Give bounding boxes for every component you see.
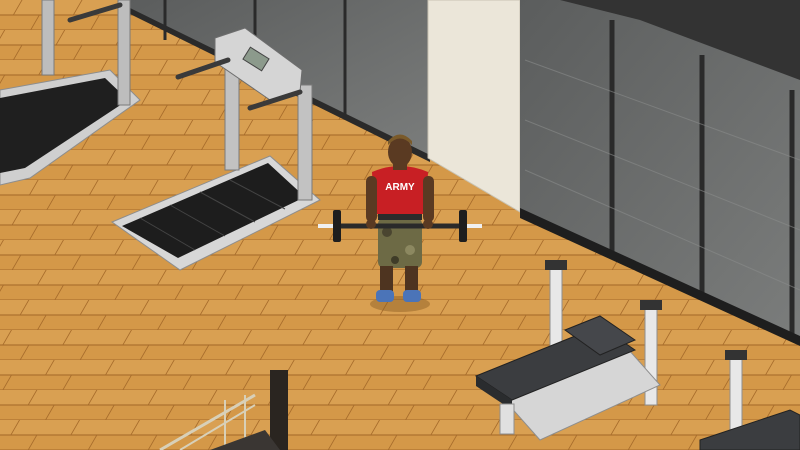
shoe-right bbox=[403, 290, 421, 302]
game-scene: ARMY bbox=[0, 0, 800, 450]
shirt-text: ARMY bbox=[385, 182, 415, 193]
isometric-gym-view: ARMY bbox=[0, 0, 800, 450]
shoe-left bbox=[376, 290, 394, 302]
